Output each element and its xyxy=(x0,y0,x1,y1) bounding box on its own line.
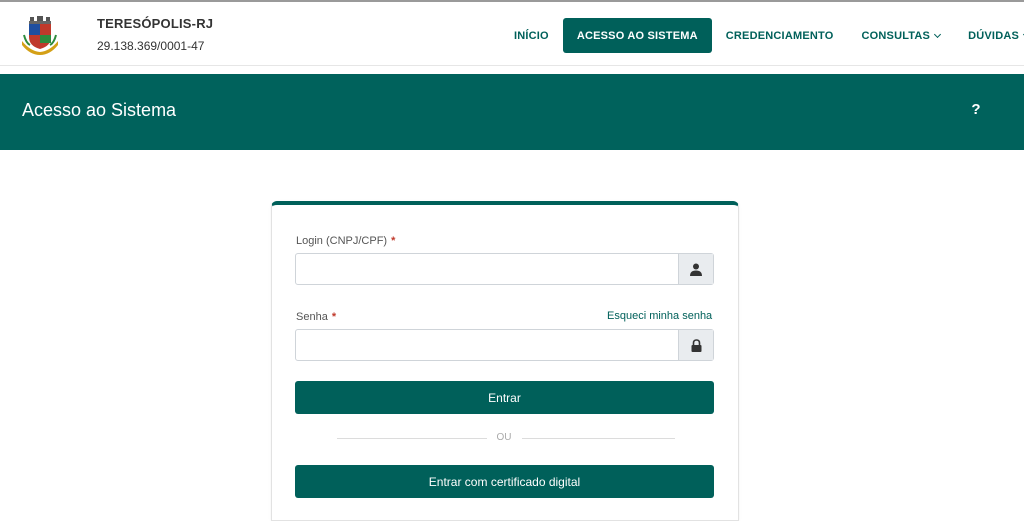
nav-duvidas[interactable]: DÚVIDAS xyxy=(954,18,1024,53)
nav-credenciamento-label: CREDENCIAMENTO xyxy=(725,29,834,42)
page-title: Acesso ao Sistema xyxy=(22,100,177,120)
divider-line-left xyxy=(337,438,487,439)
page-banner: Acesso ao Sistema xyxy=(0,74,1024,150)
nav-credenciamento[interactable]: CREDENCIAMENTO xyxy=(712,18,848,53)
org-name: TERESÓPOLIS-RJ xyxy=(97,16,214,31)
login-label-text: Login (CNPJ/CPF) xyxy=(296,235,388,247)
nav-inicio-label: INÍCIO xyxy=(514,29,549,42)
divider-or: OU xyxy=(496,432,512,443)
chevron-down-icon xyxy=(934,30,942,38)
user-icon xyxy=(678,254,713,284)
senha-label-text: Senha xyxy=(296,311,328,323)
nav-consultas-label: CONSULTAS xyxy=(861,29,931,42)
nav-acesso-ao-sistema[interactable]: ACESSO AO SISTEMA xyxy=(562,18,712,53)
nav-consultas[interactable]: CONSULTAS xyxy=(847,18,954,53)
entrar-button[interactable]: Entrar xyxy=(295,381,714,414)
senha-input[interactable] xyxy=(296,330,678,360)
org-cnpj: 29.138.369/0001-47 xyxy=(97,39,205,53)
help-icon[interactable]: ? xyxy=(968,99,984,121)
lock-icon xyxy=(678,330,713,360)
login-input-group xyxy=(295,253,714,285)
login-label: Login (CNPJ/CPF) * xyxy=(296,235,395,247)
municipal-crest-icon[interactable] xyxy=(20,15,60,55)
nav-inicio[interactable]: INÍCIO xyxy=(500,18,563,53)
certificado-digital-button[interactable]: Entrar com certificado digital xyxy=(295,465,714,498)
senha-input-group xyxy=(295,329,714,361)
nav-duvidas-label: DÚVIDAS xyxy=(968,29,1020,42)
nav-acesso-label: ACESSO AO SISTEMA xyxy=(576,29,698,42)
login-input[interactable] xyxy=(296,254,678,284)
main-nav: INÍCIO ACESSO AO SISTEMA CREDENCIAMENTO … xyxy=(500,18,1024,53)
divider-line-right xyxy=(522,438,675,439)
top-bar: TERESÓPOLIS-RJ 29.138.369/0001-47 INÍCIO… xyxy=(0,0,1024,66)
required-mark: * xyxy=(391,235,396,247)
required-mark: * xyxy=(331,311,337,323)
senha-label: Senha * xyxy=(296,311,336,323)
forgot-password-link[interactable]: Esqueci minha senha xyxy=(607,310,712,322)
